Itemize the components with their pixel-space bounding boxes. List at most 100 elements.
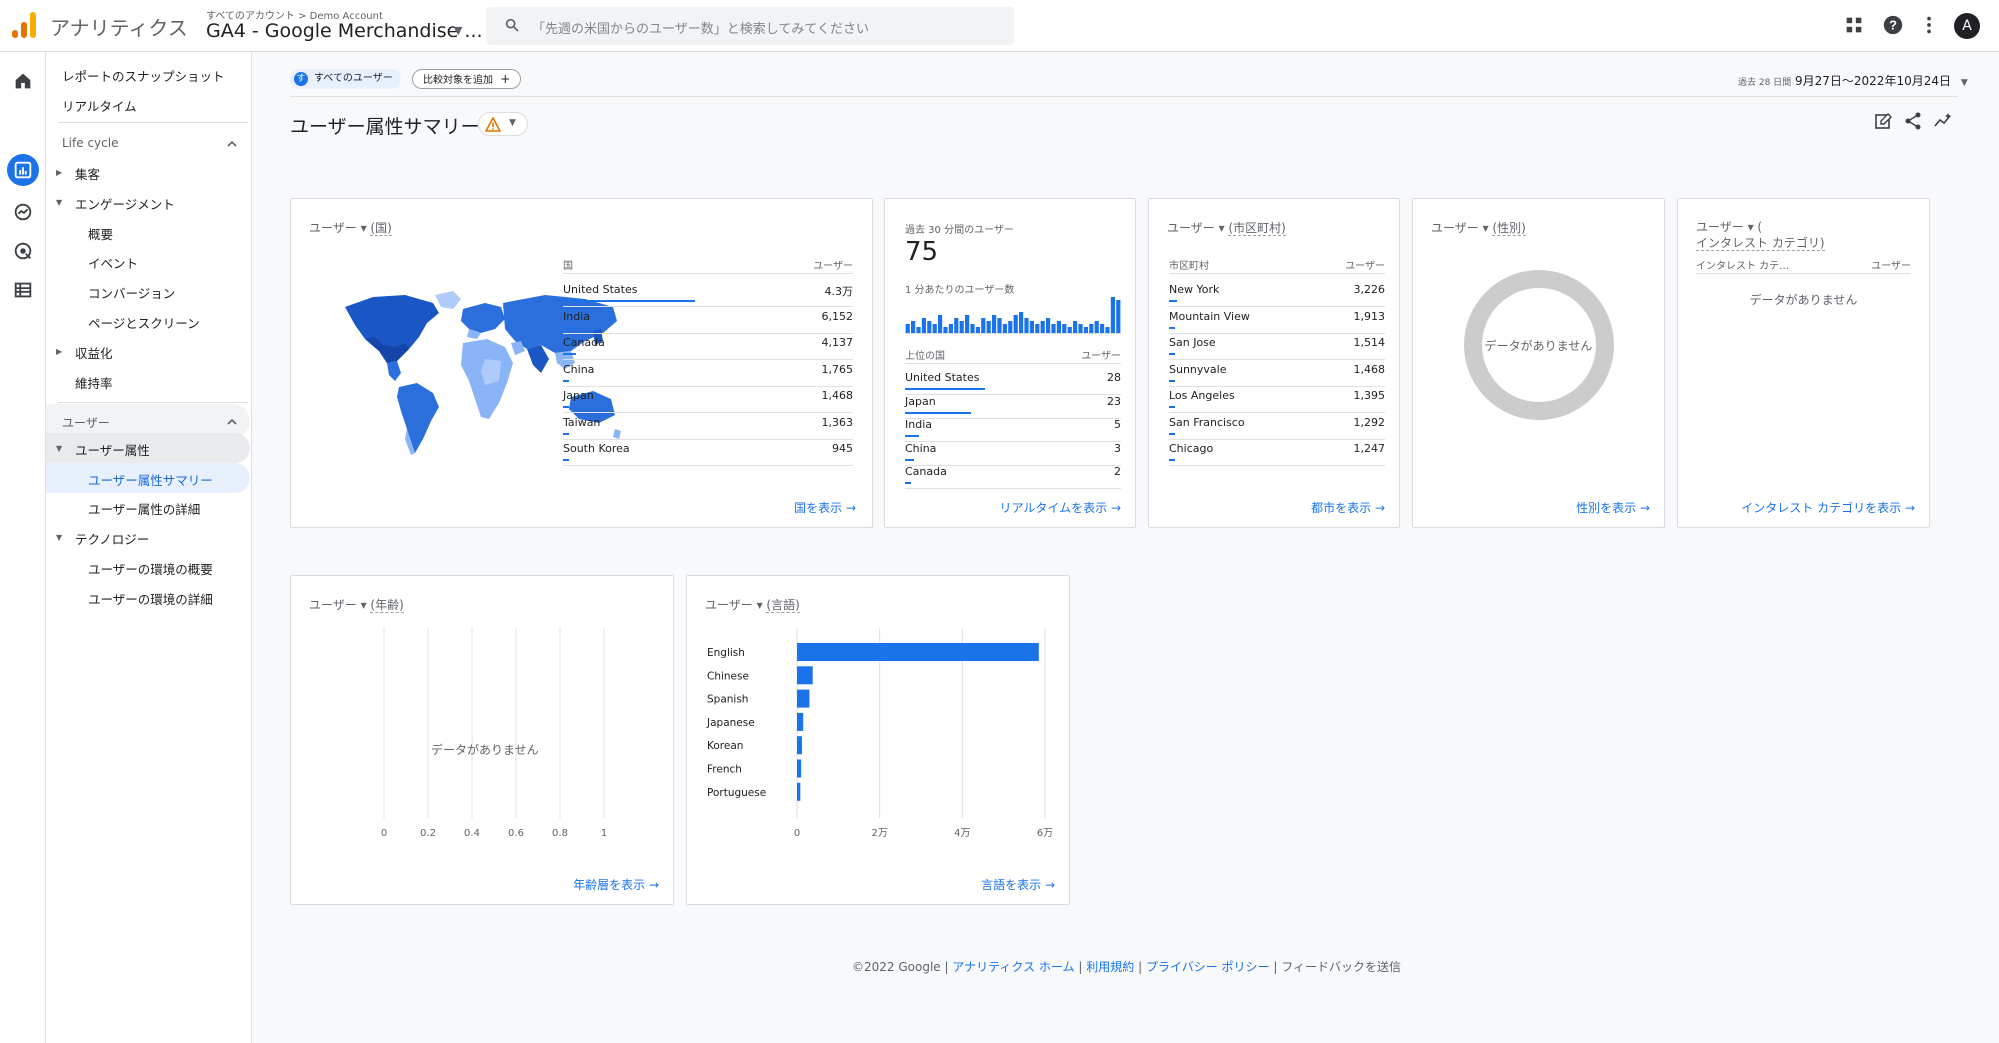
nav-monetization[interactable]: 収益化 bbox=[75, 343, 113, 362]
footer-link-privacy[interactable]: プライバシー ポリシー bbox=[1146, 960, 1270, 974]
view-language-link[interactable]: 言語を表示 → bbox=[981, 876, 1055, 893]
analytics-logo[interactable] bbox=[12, 12, 36, 38]
search-input[interactable]: 「先週の米国からのユーザー数」と検索してみてください bbox=[486, 7, 1014, 45]
nav-engagement-overview[interactable]: 概要 bbox=[88, 224, 113, 243]
caret-right-icon[interactable]: ▶ bbox=[56, 168, 62, 177]
nav-divider bbox=[58, 402, 248, 403]
table-divider bbox=[1169, 273, 1385, 274]
app-name[interactable]: アナリティクス bbox=[50, 12, 188, 41]
nav-conversions[interactable]: コンバージョン bbox=[88, 283, 175, 302]
view-cities-link[interactable]: 都市を表示 → bbox=[1311, 499, 1385, 516]
caret-down-icon[interactable]: ▼ bbox=[56, 444, 62, 453]
table-row[interactable]: United States 4.3万 bbox=[563, 283, 853, 309]
more-vert-icon[interactable] bbox=[1918, 14, 1940, 36]
top-bar: アナリティクス すべてのアカウント > Demo Account GA4 - G… bbox=[0, 0, 1999, 52]
nav-tech-details[interactable]: ユーザーの環境の詳細 bbox=[88, 589, 213, 608]
home-icon[interactable] bbox=[12, 70, 34, 92]
table-divider bbox=[563, 273, 853, 274]
reports-icon[interactable] bbox=[12, 159, 34, 181]
table-row[interactable]: Sunnyvale 1,468 bbox=[1169, 363, 1385, 389]
nav-tech-overview[interactable]: ユーザーの環境の概要 bbox=[88, 559, 213, 578]
caret-down-icon[interactable]: ▼ bbox=[56, 533, 62, 542]
card-title[interactable]: ユーザー ▾ ( インタレスト カテゴリ) bbox=[1696, 219, 1825, 251]
minute-bar bbox=[997, 318, 1002, 333]
view-realtime-link[interactable]: リアルタイムを表示 → bbox=[999, 499, 1121, 516]
language-bar-chart[interactable]: 0 2万 4万 6万 English Chinese Spanish Japanese Kore… bbox=[697, 628, 1057, 848]
explore-icon[interactable] bbox=[12, 201, 34, 223]
property-selector[interactable]: GA4 - Google Merchandise ... bbox=[206, 20, 483, 42]
insights-icon[interactable] bbox=[1933, 111, 1953, 131]
table-row[interactable]: Canada 2 bbox=[905, 465, 1121, 491]
view-age-link[interactable]: 年齢層を表示 → bbox=[573, 876, 659, 893]
search-icon bbox=[505, 18, 519, 32]
nav-section-user[interactable]: ユーザー bbox=[62, 414, 110, 431]
list-icon[interactable] bbox=[12, 279, 34, 301]
table-row[interactable]: China 1,765 bbox=[563, 363, 853, 389]
table-row[interactable]: Taiwan 1,363 bbox=[563, 416, 853, 442]
nav-demographics[interactable]: ユーザー属性 bbox=[75, 440, 150, 459]
table-row[interactable]: India 6,152 bbox=[563, 310, 853, 336]
table-row[interactable]: India 5 bbox=[905, 418, 1121, 444]
data-quality-button[interactable]: ▼ bbox=[478, 112, 528, 136]
table-row[interactable]: United States 28 bbox=[905, 371, 1121, 397]
nav-technology[interactable]: テクノロジー bbox=[75, 529, 149, 548]
table-row[interactable]: Chicago 1,247 bbox=[1169, 442, 1385, 468]
view-interest-link[interactable]: インタレスト カテゴリを表示 → bbox=[1741, 499, 1915, 516]
card-title[interactable]: ユーザー ▾ (性別) bbox=[1431, 219, 1526, 236]
table-row[interactable]: Japan 1,468 bbox=[563, 389, 853, 415]
nav-pages-screens[interactable]: ページとスクリーン bbox=[88, 313, 200, 332]
feedback-link[interactable]: フィードバックを送信 bbox=[1281, 960, 1401, 974]
footer-link-home[interactable]: アナリティクス ホーム bbox=[952, 960, 1074, 974]
apps-grid-icon[interactable] bbox=[1843, 14, 1865, 36]
column-header[interactable]: ユーザー bbox=[813, 257, 853, 272]
chevron-up-icon[interactable] bbox=[226, 138, 238, 150]
column-header[interactable]: ユーザー bbox=[1345, 257, 1385, 272]
account-avatar[interactable]: A bbox=[1954, 13, 1980, 39]
footer-link-terms[interactable]: 利用規約 bbox=[1086, 960, 1134, 974]
language-bar bbox=[797, 712, 804, 731]
per-minute-chart[interactable] bbox=[905, 295, 1121, 335]
view-gender-link[interactable]: 性別を表示 → bbox=[1576, 499, 1650, 516]
realtime-label: 過去 30 分間のユーザー bbox=[905, 225, 1014, 236]
nav-demographics-details[interactable]: ユーザー属性の詳細 bbox=[88, 499, 200, 518]
table-row[interactable]: Canada 4,137 bbox=[563, 336, 853, 362]
help-icon[interactable]: ? bbox=[1882, 14, 1904, 36]
card-title[interactable]: ユーザー ▾ (年齢) bbox=[309, 596, 404, 613]
minute-bar bbox=[1073, 321, 1078, 333]
table-row[interactable]: Mountain View 1,913 bbox=[1169, 310, 1385, 336]
card-title[interactable]: ユーザー ▾ (市区町村) bbox=[1167, 219, 1286, 236]
nav-engagement[interactable]: エンゲージメント bbox=[75, 194, 175, 213]
table-row[interactable]: San Jose 1,514 bbox=[1169, 336, 1385, 362]
chevron-up-icon[interactable] bbox=[226, 416, 238, 428]
share-icon[interactable] bbox=[1903, 111, 1923, 131]
table-row[interactable]: China 3 bbox=[905, 442, 1121, 468]
nav-retention[interactable]: 維持率 bbox=[75, 373, 113, 392]
row-divider bbox=[1169, 465, 1385, 466]
nav-demographics-overview[interactable]: ユーザー属性サマリー bbox=[88, 470, 213, 489]
advertising-icon[interactable] bbox=[12, 240, 34, 262]
table-row[interactable]: Japan 23 bbox=[905, 395, 1121, 421]
caret-right-icon[interactable]: ▶ bbox=[56, 347, 62, 356]
view-countries-link[interactable]: 国を表示 → bbox=[794, 499, 856, 516]
caret-down-icon[interactable]: ▼ bbox=[56, 198, 62, 207]
column-header[interactable]: ユーザー bbox=[1871, 257, 1911, 272]
column-header: インタレスト カテ… bbox=[1696, 261, 1790, 272]
table-row[interactable]: San Francisco 1,292 bbox=[1169, 416, 1385, 442]
language-bar bbox=[797, 643, 1039, 661]
nav-events[interactable]: イベント bbox=[88, 253, 138, 272]
segment-chip[interactable]: す すべてのユーザー bbox=[290, 69, 401, 89]
customize-report-icon[interactable] bbox=[1873, 111, 1893, 131]
date-range-picker[interactable]: 9月27日～2022年10月24日 ▼ bbox=[1795, 72, 1968, 89]
nav-realtime[interactable]: リアルタイム bbox=[62, 96, 137, 115]
add-comparison-button[interactable]: 比較対象を追加 + bbox=[412, 69, 522, 89]
nav-acquisition[interactable]: 集客 bbox=[75, 164, 100, 183]
nav-section-lifecycle[interactable]: Life cycle bbox=[62, 136, 118, 150]
card-title[interactable]: ユーザー ▾ (国) bbox=[309, 219, 392, 236]
table-row[interactable]: Los Angeles 1,395 bbox=[1169, 389, 1385, 415]
chevron-down-icon[interactable]: ▼ bbox=[454, 24, 462, 37]
table-row[interactable]: South Korea 945 bbox=[563, 442, 853, 468]
nav-snapshot[interactable]: レポートのスナップショット bbox=[62, 66, 225, 85]
row-divider bbox=[1169, 306, 1385, 307]
table-row[interactable]: New York 3,226 bbox=[1169, 283, 1385, 309]
card-title[interactable]: ユーザー ▾ (言語) bbox=[705, 596, 800, 613]
